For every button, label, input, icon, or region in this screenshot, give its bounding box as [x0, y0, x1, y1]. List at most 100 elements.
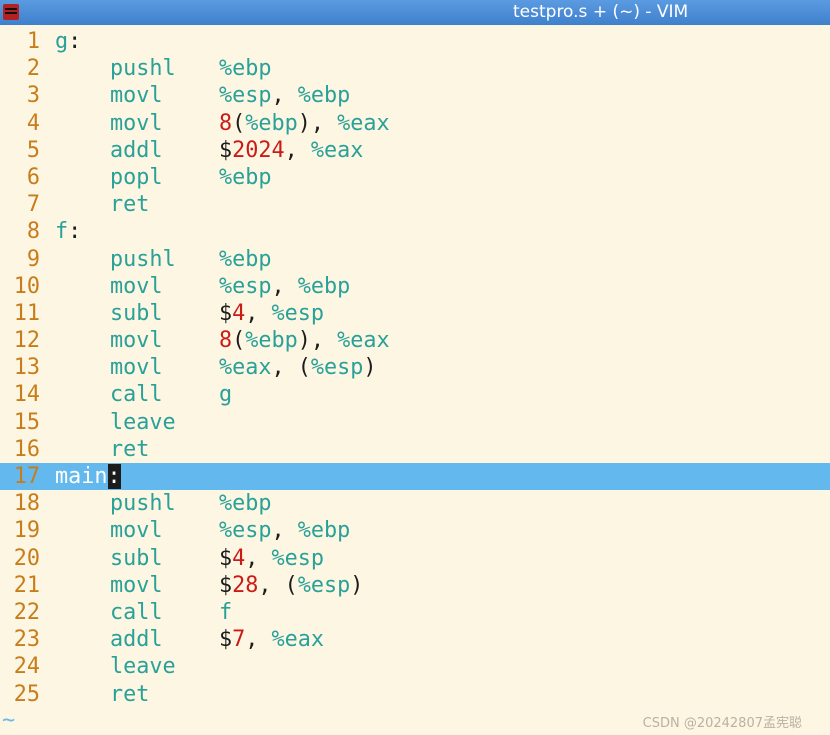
- instruction-mnemonic: movl: [110, 355, 163, 381]
- operand-symbol: %ebp: [219, 56, 272, 82]
- operand-punctuation: ,: [271, 273, 298, 299]
- code-line[interactable]: 21 movl $28, (%esp): [0, 572, 830, 599]
- code-line[interactable]: 5 addl $2024, %eax: [0, 137, 830, 164]
- instruction-operands: %ebp: [219, 55, 272, 82]
- line-number: 7: [26, 192, 40, 218]
- instruction-mnemonic: addl: [110, 137, 163, 163]
- label-name: f: [55, 219, 69, 245]
- operand-number: 2024: [232, 137, 285, 163]
- code-line-label[interactable]: 17 main:: [0, 463, 830, 491]
- code-line[interactable]: 4 movl 8(%ebp), %eax: [0, 110, 830, 137]
- operand-punctuation: ),: [297, 328, 338, 354]
- instruction-mnemonic: call: [110, 599, 163, 625]
- line-number: 13: [13, 355, 40, 381]
- operand-symbol: %ebp: [245, 110, 298, 136]
- operand-symbol: %ebp: [219, 491, 272, 517]
- code-line[interactable]: 13 movl %eax, (%esp): [0, 354, 830, 381]
- instruction-operands: %ebp: [219, 164, 272, 191]
- instruction-mnemonic: leave: [110, 409, 176, 435]
- code-line[interactable]: 20 subl $4, %esp: [0, 545, 830, 572]
- operand-punctuation: $: [219, 137, 233, 163]
- code-line[interactable]: 14 call g: [0, 381, 830, 408]
- instruction-operands: g: [219, 381, 232, 408]
- instruction-operands: %esp, %ebp: [219, 273, 350, 300]
- code-line[interactable]: 16 ret: [0, 436, 830, 463]
- line-number: 21: [13, 572, 40, 598]
- instruction-mnemonic: ret: [110, 436, 150, 462]
- line-number: 24: [13, 654, 40, 680]
- operand-punctuation: ,: [245, 300, 272, 326]
- instruction-mnemonic: movl: [110, 328, 163, 354]
- line-number: 1: [26, 29, 40, 54]
- code-line[interactable]: 25 ret: [0, 681, 830, 708]
- instruction-mnemonic: movl: [110, 110, 163, 136]
- instruction-operands: $28, (%esp): [219, 572, 363, 599]
- window-titlebar[interactable]: testpro.s + (~) - VIM: [0, 0, 830, 25]
- operand-punctuation: ,: [271, 83, 298, 109]
- operand-punctuation: $: [219, 545, 233, 571]
- line-number: 19: [13, 518, 40, 544]
- code-line[interactable]: 7 ret: [0, 191, 830, 218]
- instruction-operands: f: [219, 599, 232, 626]
- operand-symbol: g: [219, 382, 233, 408]
- code-line[interactable]: 3 movl %esp, %ebp: [0, 82, 830, 109]
- instruction-operands: $4, %esp: [219, 300, 324, 327]
- instruction-mnemonic: subl: [110, 545, 163, 571]
- empty-line-marker: ~: [2, 708, 16, 733]
- line-number: 3: [26, 83, 40, 109]
- instruction-operands: $2024, %eax: [219, 137, 363, 164]
- instruction-mnemonic: pushl: [110, 56, 176, 82]
- code-line[interactable]: 12 movl 8(%ebp), %eax: [0, 327, 830, 354]
- operand-punctuation: $: [219, 300, 233, 326]
- operand-punctuation: ): [363, 355, 377, 381]
- operand-symbol: %ebp: [297, 273, 351, 299]
- watermark: CSDN @20242807孟宪聪: [642, 716, 802, 731]
- operand-punctuation: $: [219, 627, 233, 653]
- line-number: 23: [13, 627, 40, 653]
- vim-app-icon[interactable]: [3, 4, 19, 20]
- code-line[interactable]: 2 pushl %ebp: [0, 55, 830, 82]
- line-number: 11: [13, 300, 40, 326]
- code-line[interactable]: 10 movl %esp, %ebp: [0, 273, 830, 300]
- instruction-mnemonic: subl: [110, 300, 163, 326]
- code-line[interactable]: 9 pushl %ebp: [0, 246, 830, 273]
- code-line[interactable]: 11 subl $4, %esp: [0, 300, 830, 327]
- code-line[interactable]: 18 pushl %ebp: [0, 490, 830, 517]
- operand-symbol: %eax: [310, 137, 364, 163]
- operand-symbol: %esp: [310, 355, 364, 381]
- code-line[interactable]: 24 leave: [0, 653, 830, 680]
- operand-number: 8: [219, 110, 233, 136]
- line-number: 15: [13, 409, 40, 435]
- operand-punctuation: ,: [284, 137, 311, 163]
- operand-symbol: f: [219, 599, 233, 625]
- operand-symbol: %ebp: [219, 164, 272, 190]
- code-line-label[interactable]: 1 g:: [0, 28, 830, 55]
- line-number: 5: [26, 137, 40, 163]
- instruction-operands: %ebp: [219, 246, 272, 273]
- code-line[interactable]: 23 addl $7, %eax: [0, 626, 830, 653]
- code-line[interactable]: 6 popl %ebp: [0, 164, 830, 191]
- line-number: 9: [26, 246, 40, 272]
- instruction-mnemonic: movl: [110, 518, 163, 544]
- instruction-mnemonic: leave: [110, 654, 176, 680]
- operand-symbol: %ebp: [297, 83, 351, 109]
- code-line[interactable]: 19 movl %esp, %ebp: [0, 517, 830, 544]
- operand-symbol: %ebp: [245, 328, 298, 354]
- operand-punctuation: , (: [258, 572, 298, 598]
- instruction-operands: %ebp: [219, 490, 272, 517]
- operand-symbol: %ebp: [297, 518, 351, 544]
- code-line-label[interactable]: 8 f:: [0, 218, 830, 245]
- window-title: testpro.s + (~) - VIM: [513, 2, 689, 22]
- operand-punctuation: ,: [245, 545, 272, 571]
- instruction-mnemonic: movl: [110, 273, 163, 299]
- operand-punctuation: , (: [271, 355, 311, 381]
- code-line[interactable]: 15 leave: [0, 409, 830, 436]
- editor-buffer[interactable]: 1 g: 2 pushl %ebp 3 movl %esp, %ebp 4 movl 8(%ebp)…: [0, 28, 830, 708]
- code-line[interactable]: 22 call f: [0, 599, 830, 626]
- instruction-operands: 8(%ebp), %eax: [219, 110, 390, 137]
- instruction-mnemonic: movl: [110, 572, 163, 598]
- operand-symbol: %esp: [297, 572, 351, 598]
- operand-symbol: %esp: [219, 518, 272, 544]
- line-number: 4: [26, 110, 40, 136]
- line-number: 25: [13, 681, 40, 707]
